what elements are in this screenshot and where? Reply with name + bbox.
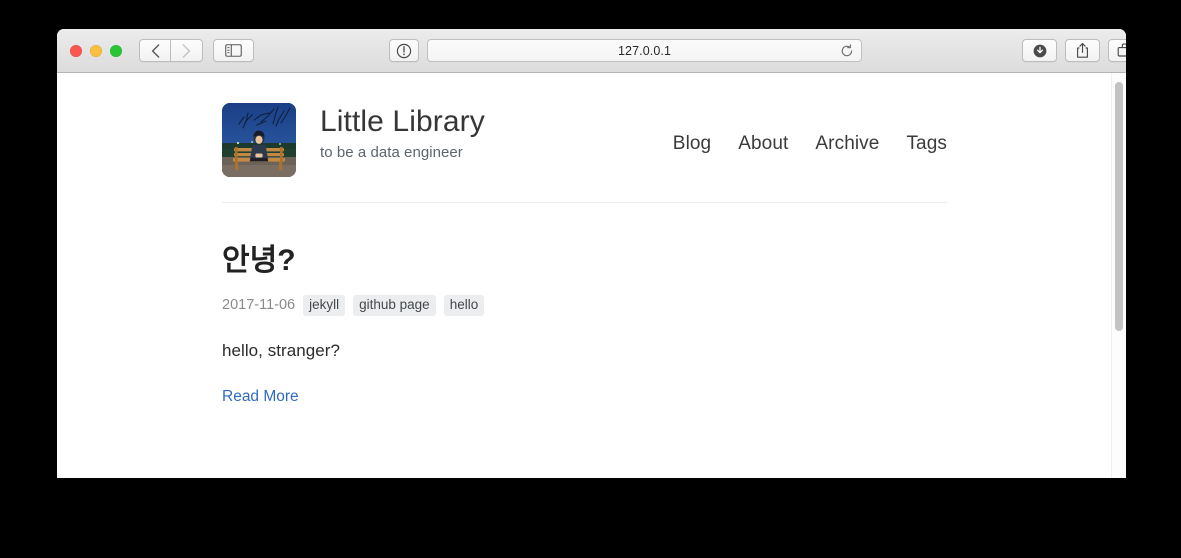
forward-button[interactable]	[171, 39, 203, 62]
nav-item-archive[interactable]: Archive	[815, 133, 879, 155]
downloads-button[interactable]	[1022, 39, 1057, 62]
window-controls	[57, 44, 122, 57]
avatar[interactable]	[222, 103, 296, 177]
reload-icon[interactable]	[840, 43, 854, 58]
vertical-scrollbar[interactable]	[1111, 73, 1126, 478]
chevron-right-icon	[182, 43, 191, 58]
nav-item-tags[interactable]: Tags	[906, 133, 947, 155]
toolbar-right-buttons	[1022, 39, 1126, 62]
post-title[interactable]: 안녕?	[222, 244, 947, 277]
navigation-buttons	[139, 39, 203, 62]
minimize-window-button[interactable]	[90, 44, 102, 57]
address-bar-group: 127.0.0.1	[389, 39, 862, 62]
url-text: 127.0.0.1	[617, 43, 672, 58]
post-excerpt: hello, stranger?	[222, 340, 340, 360]
sidebar-icon	[225, 44, 242, 57]
site-tagline: to be a data engineer	[320, 144, 463, 162]
show-all-tabs-icon	[1117, 43, 1126, 57]
page-content: Little Library to be a data engineer Blo…	[222, 73, 947, 406]
chevron-left-icon	[151, 43, 159, 58]
site-header: Little Library to be a data engineer Blo…	[222, 73, 947, 177]
site-title: Little Library	[320, 105, 485, 138]
post-tag-github-page[interactable]: github page	[353, 295, 436, 316]
site-brand: Little Library to be a data engineer	[320, 103, 485, 161]
close-window-button[interactable]	[70, 44, 82, 57]
toggle-sidebar-button[interactable]	[213, 39, 254, 62]
nav-item-about[interactable]: About	[738, 133, 788, 155]
show-all-tabs-button[interactable]	[1108, 39, 1126, 62]
post-tag-jekyll[interactable]: jekyll	[303, 295, 346, 316]
post-meta: 2017-11-06 jekyll github page hello	[222, 295, 947, 316]
post-list-item: 안녕? 2017-11-06 jekyll github page hello …	[222, 203, 947, 406]
share-icon	[1077, 42, 1088, 58]
scrollbar-thumb[interactable]	[1115, 82, 1123, 331]
avatar-photo	[222, 103, 296, 177]
browser-window: 127.0.0.1 Little Library to be a data en…	[57, 29, 1126, 478]
nav-item-blog[interactable]: Blog	[673, 133, 711, 155]
share-button[interactable]	[1065, 39, 1100, 62]
web-page: Little Library to be a data engineer Blo…	[57, 73, 1126, 478]
post-tag-hello[interactable]: hello	[443, 295, 485, 316]
address-bar[interactable]: 127.0.0.1	[427, 39, 862, 62]
screen: 127.0.0.1 Little Library to be a data en…	[0, 0, 1181, 558]
reader-view-button[interactable]	[389, 39, 419, 62]
zoom-window-button[interactable]	[110, 44, 122, 57]
downloads-icon	[1033, 44, 1046, 57]
browser-toolbar: 127.0.0.1	[57, 29, 1126, 73]
post-date: 2017-11-06	[222, 297, 296, 314]
reader-view-icon	[396, 43, 412, 58]
site-navigation: Blog About Archive Tags	[673, 103, 947, 155]
read-more-link[interactable]: Read More	[222, 388, 299, 406]
back-button[interactable]	[139, 39, 171, 62]
